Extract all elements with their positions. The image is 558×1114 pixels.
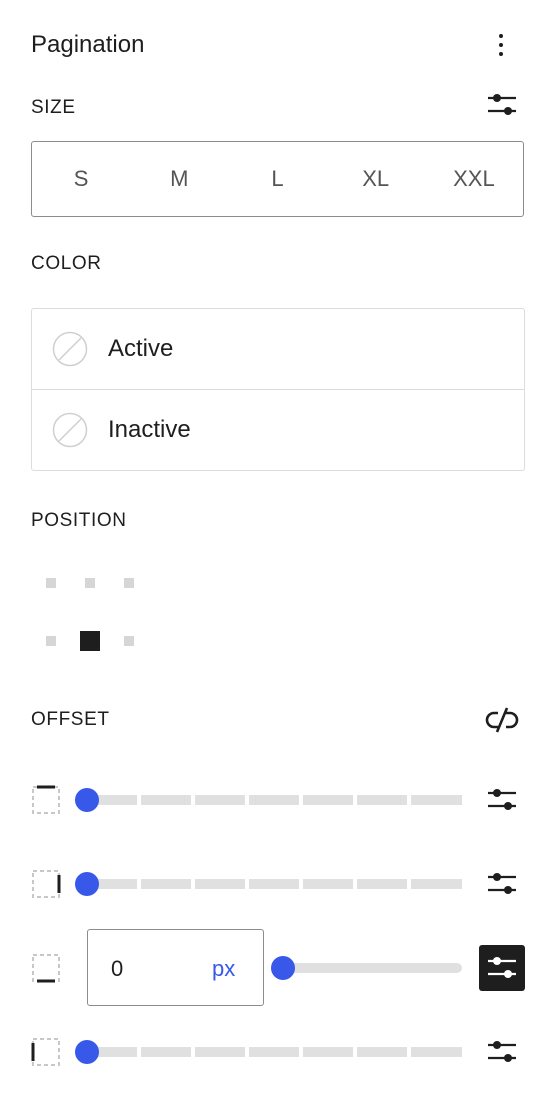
sliders-icon bbox=[488, 873, 516, 894]
color-item-label: Inactive bbox=[108, 415, 191, 443]
offset-right-settings-button[interactable] bbox=[479, 861, 525, 907]
size-option-s[interactable]: S bbox=[32, 142, 130, 216]
color-item-inactive[interactable]: Inactive bbox=[32, 389, 524, 469]
unlink-sides-button[interactable] bbox=[484, 704, 520, 736]
color-panel: Active Inactive bbox=[31, 308, 525, 471]
offset-top-slider-track[interactable] bbox=[87, 795, 462, 805]
position-top-center[interactable] bbox=[85, 578, 95, 588]
side-top-icon bbox=[31, 785, 61, 815]
size-settings-button[interactable] bbox=[487, 92, 517, 118]
position-middle-right[interactable] bbox=[124, 636, 134, 646]
position-middle-center[interactable] bbox=[80, 631, 100, 651]
size-option-l[interactable]: L bbox=[228, 142, 326, 216]
color-item-label: Active bbox=[108, 335, 174, 362]
position-top-left[interactable] bbox=[46, 578, 56, 588]
panel-title: Pagination bbox=[31, 31, 145, 58]
offset-top-settings-button[interactable] bbox=[479, 777, 525, 823]
sliders-icon bbox=[488, 789, 516, 810]
vertical-ellipsis-icon bbox=[499, 34, 503, 38]
color-label: COLOR bbox=[31, 253, 102, 274]
offset-left-slider-track[interactable] bbox=[87, 1047, 462, 1057]
options-menu-button[interactable] bbox=[487, 28, 515, 62]
side-bottom-icon bbox=[31, 953, 61, 983]
size-option-xl[interactable]: XL bbox=[327, 142, 425, 216]
size-option-m[interactable]: M bbox=[130, 142, 228, 216]
sliders-icon bbox=[488, 94, 516, 115]
size-option-xxl[interactable]: XXL bbox=[425, 142, 523, 216]
sliders-icon bbox=[488, 957, 516, 978]
side-left-icon bbox=[31, 1037, 61, 1067]
no-color-swatch-icon bbox=[52, 331, 88, 367]
offset-label: OFFSET bbox=[31, 709, 110, 730]
unlink-icon bbox=[485, 707, 519, 733]
no-color-swatch-icon bbox=[52, 412, 88, 447]
offset-right-slider-thumb[interactable] bbox=[75, 872, 99, 896]
sliders-icon bbox=[488, 1041, 516, 1062]
size-segmented-control: S M L XL XXL bbox=[31, 141, 524, 217]
position-label: POSITION bbox=[31, 510, 127, 531]
side-right-icon bbox=[31, 869, 61, 899]
offset-bottom-value[interactable]: 0 bbox=[111, 956, 123, 982]
position-top-right[interactable] bbox=[124, 578, 134, 588]
offset-left-settings-button[interactable] bbox=[479, 1029, 525, 1075]
offset-bottom-unit-select[interactable]: px bbox=[212, 956, 235, 982]
offset-bottom-settings-button[interactable] bbox=[479, 945, 525, 991]
offset-bottom-slider-thumb[interactable] bbox=[271, 956, 295, 980]
offset-top-slider-thumb[interactable] bbox=[75, 788, 99, 812]
color-item-active[interactable]: Active bbox=[32, 309, 524, 389]
size-label: SIZE bbox=[31, 97, 76, 118]
offset-left-slider-thumb[interactable] bbox=[75, 1040, 99, 1064]
position-middle-left[interactable] bbox=[46, 636, 56, 646]
offset-right-slider-track[interactable] bbox=[87, 879, 462, 889]
offset-bottom-slider-track[interactable] bbox=[283, 963, 462, 973]
